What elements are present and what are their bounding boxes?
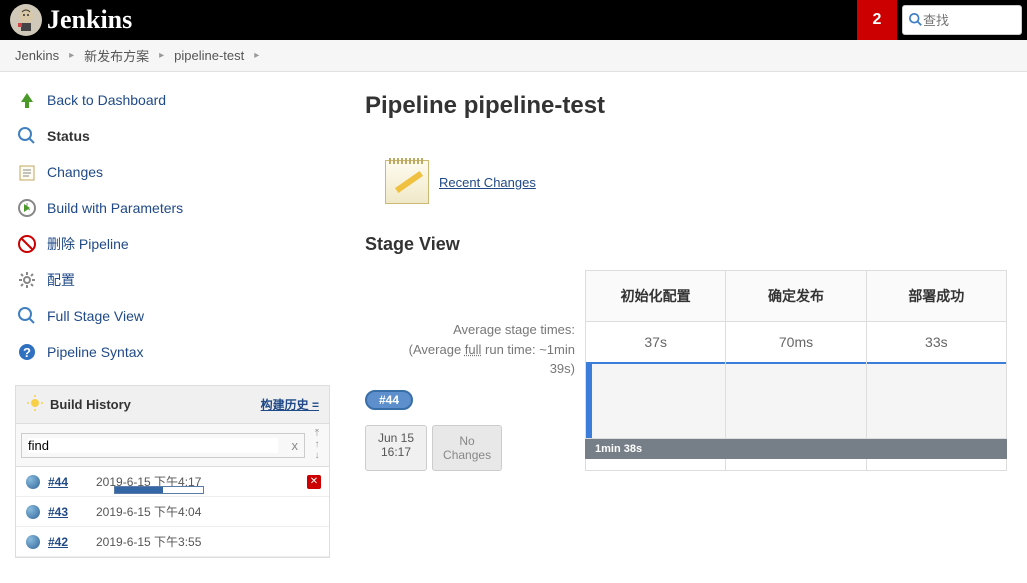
build-number-link[interactable]: #44 — [48, 475, 88, 489]
sun-icon — [26, 394, 44, 415]
changes-icon — [15, 160, 39, 184]
recent-changes-block: Recent Changes — [385, 160, 1007, 204]
stage-cell[interactable] — [726, 364, 865, 439]
brand-text: Jenkins — [47, 5, 132, 35]
build-history-item[interactable]: #42 2019-6-15 下午3:55 — [16, 527, 329, 557]
jenkins-logo-icon — [10, 4, 42, 36]
breadcrumb-item[interactable]: 新发布方案 — [84, 46, 149, 65]
clear-icon[interactable]: x — [292, 438, 299, 453]
build-datetime: Jun 15 16:17 — [365, 425, 427, 471]
build-history-item[interactable]: #44 2019-6-15 下午4:17 ✕ — [16, 467, 329, 497]
gear-icon — [15, 268, 39, 292]
chevron-right-icon: ▸ — [159, 50, 164, 61]
build-history-search[interactable]: x — [21, 433, 305, 458]
stage-name: 确定发布 — [726, 271, 865, 322]
delete-icon — [15, 232, 39, 256]
build-history-search-input[interactable] — [28, 438, 278, 453]
nav-configure[interactable]: 配置 — [0, 262, 345, 298]
build-number-link[interactable]: #43 — [48, 505, 88, 519]
main-content: Pipeline pipeline-test Recent Changes St… — [345, 72, 1027, 583]
stage-column: 部署成功 33s — [866, 271, 1006, 470]
search-icon — [15, 304, 39, 328]
status-ball-icon — [26, 535, 40, 549]
nav-changes[interactable]: Changes — [0, 154, 345, 190]
cancel-build-icon[interactable]: ✕ — [307, 475, 321, 489]
stage-name: 部署成功 — [867, 271, 1006, 322]
build-history-trend-link[interactable]: 构建历史 = — [261, 396, 319, 413]
nav-build-params[interactable]: Build with Parameters — [0, 190, 345, 226]
nav-back-dashboard[interactable]: Back to Dashboard — [0, 82, 345, 118]
status-ball-icon — [26, 475, 40, 489]
build-date: 2019-6-15 下午3:55 — [96, 533, 201, 550]
up-arrow-icon — [15, 88, 39, 112]
build-date: 2019-6-15 下午4:04 — [96, 503, 201, 520]
no-changes-label: No Changes — [432, 425, 502, 471]
search-icon — [909, 13, 923, 27]
avg-stage-times-label: Average stage times: (Average full run t… — [365, 270, 585, 384]
build-history-title: Build History — [50, 397, 261, 412]
current-build-badge[interactable]: #44 — [365, 390, 413, 410]
page-title: Pipeline pipeline-test — [365, 92, 1007, 120]
stage-column: 确定发布 70ms — [725, 271, 865, 470]
stage-view-table: Average stage times: (Average full run t… — [365, 270, 1007, 471]
search-box[interactable] — [902, 5, 1022, 35]
stage-avg-time: 70ms — [726, 322, 865, 364]
build-history-item[interactable]: #43 2019-6-15 下午4:04 — [16, 497, 329, 527]
scroll-up-icon[interactable]: ↑ — [310, 440, 324, 450]
status-ball-icon — [26, 505, 40, 519]
search-icon — [15, 124, 39, 148]
stage-name: 初始化配置 — [586, 271, 725, 322]
top-bar: Jenkins 2 — [0, 0, 1027, 40]
sidebar: Back to Dashboard Status Changes Build w… — [0, 72, 345, 583]
breadcrumb: Jenkins ▸ 新发布方案 ▸ pipeline-test ▸ — [0, 40, 1027, 72]
total-time-bar: 1min 38s — [585, 439, 726, 459]
stage-column: 初始化配置 37s 1min 38s — [586, 271, 725, 470]
build-history-panel: Build History 构建历史 = x ⤒ ↑ ↓ #44 2019-6-… — [15, 385, 330, 558]
nav-pipeline-syntax[interactable]: ? Pipeline Syntax — [0, 334, 345, 370]
stage-avg-time: 33s — [867, 322, 1006, 364]
clock-play-icon — [15, 196, 39, 220]
recent-changes-link[interactable]: Recent Changes — [439, 175, 536, 190]
svg-text:?: ? — [23, 345, 31, 360]
chevron-right-icon: ▸ — [69, 50, 74, 61]
scroll-down-icon[interactable]: ↓ — [310, 451, 324, 461]
stage-cell[interactable] — [586, 364, 725, 439]
breadcrumb-item[interactable]: Jenkins — [15, 48, 59, 63]
nav-status[interactable]: Status — [0, 118, 345, 154]
build-number-link[interactable]: #42 — [48, 535, 88, 549]
stage-cell[interactable] — [867, 364, 1006, 439]
nav-delete-pipeline[interactable]: 删除 Pipeline — [0, 226, 345, 262]
logo[interactable]: Jenkins — [10, 4, 132, 36]
scroll-top-icon[interactable]: ⤒ — [310, 429, 324, 439]
notification-badge[interactable]: 2 — [857, 0, 897, 40]
help-icon: ? — [15, 340, 39, 364]
build-progress-bar — [114, 486, 204, 494]
search-input[interactable] — [923, 13, 1003, 28]
chevron-right-icon: ▸ — [254, 50, 259, 61]
breadcrumb-item[interactable]: pipeline-test — [174, 48, 244, 63]
stage-avg-time: 37s — [586, 322, 725, 364]
notepad-icon — [385, 160, 429, 204]
stage-view-title: Stage View — [365, 234, 1007, 255]
nav-full-stage-view[interactable]: Full Stage View — [0, 298, 345, 334]
